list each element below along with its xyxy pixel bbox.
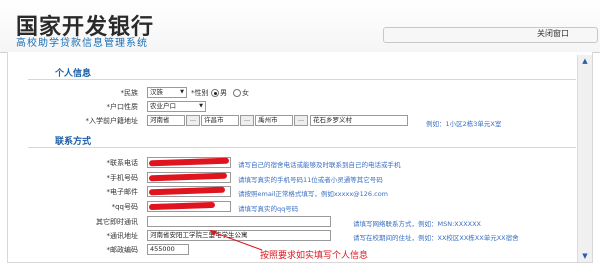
scroll-down-icon[interactable]: ▼ bbox=[578, 250, 592, 262]
annotation-note: 按照要求如实填写个人信息 bbox=[260, 251, 369, 261]
annotation-arrow bbox=[209, 230, 263, 251]
vertical-scrollbar[interactable]: ▲ ▼ bbox=[577, 55, 592, 262]
scroll-up-icon[interactable]: ▲ bbox=[578, 55, 592, 67]
